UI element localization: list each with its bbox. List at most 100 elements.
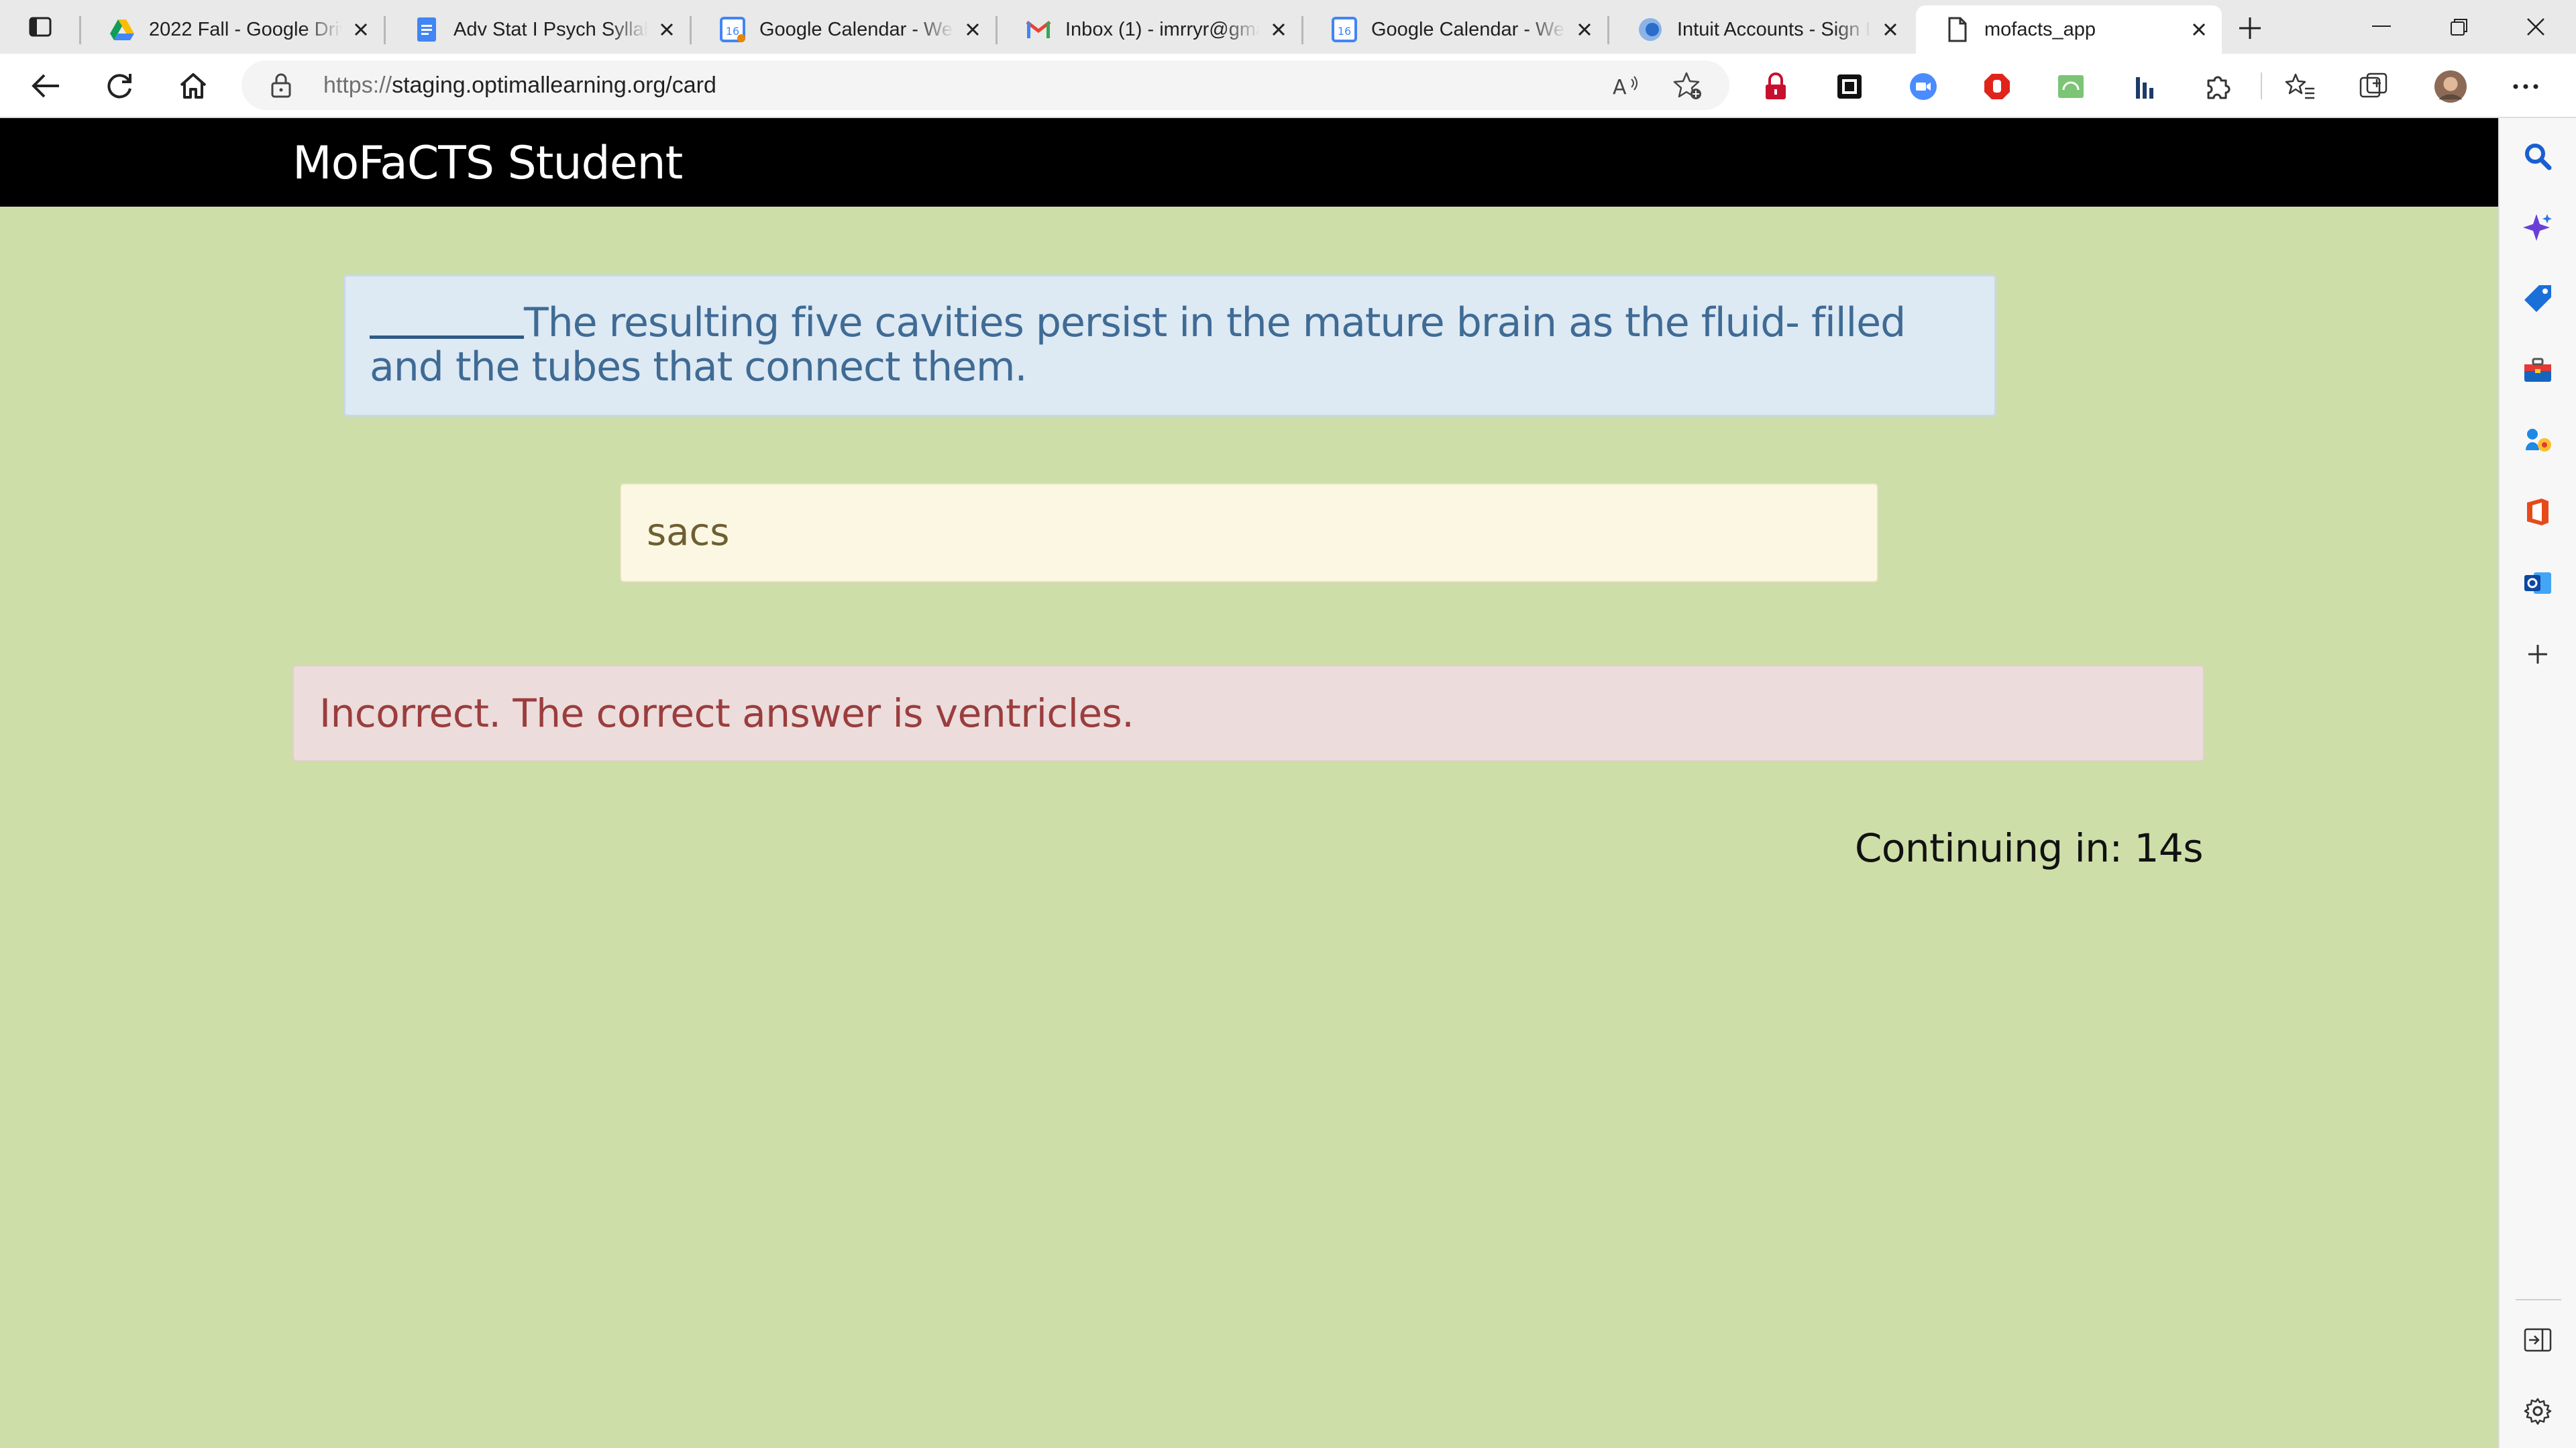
stop-hand-icon [1984, 74, 2010, 99]
answer-input[interactable]: sacs [620, 483, 1878, 582]
continue-timer: Continuing in: 14s [1854, 825, 2204, 871]
sidebar-search-button[interactable] [2520, 138, 2556, 174]
green-extension[interactable] [2054, 70, 2088, 103]
read-aloud-button[interactable]: A [1611, 71, 1641, 101]
gear-icon [2524, 1398, 2552, 1425]
favorites-list-icon [2285, 73, 2314, 99]
tab-actions-icon [29, 17, 52, 37]
sidebar-hide-button[interactable] [2520, 1322, 2556, 1358]
gmail-icon [1025, 16, 1052, 43]
add-favorite-button[interactable] [1673, 71, 1703, 101]
answer-blank [370, 304, 524, 339]
game-pieces-icon [2526, 429, 2551, 452]
search-icon [2525, 144, 2552, 170]
intuit-icon [1637, 16, 1664, 43]
tab-mofacts-app[interactable]: mofacts_app [1916, 5, 2222, 54]
restore-button[interactable] [2439, 9, 2479, 44]
google-drive-icon [109, 16, 136, 43]
arrow-left-icon [32, 74, 59, 98]
sparkle-icon [2523, 214, 2552, 241]
close-window-button[interactable] [2516, 9, 2556, 44]
plus-icon [2528, 645, 2547, 664]
minimize-icon [2372, 25, 2391, 27]
collections-icon [2359, 72, 2387, 98]
home-button[interactable] [173, 67, 213, 105]
close-tab-icon[interactable] [1572, 17, 1597, 42]
tab-actions-button[interactable] [23, 12, 58, 42]
new-tab-button[interactable] [2231, 11, 2269, 46]
close-tab-icon[interactable] [1267, 17, 1291, 42]
sidebar-tools-button[interactable] [2520, 352, 2556, 388]
app-navbar: MoFaCTS Student [0, 118, 2498, 207]
close-tab-icon[interactable] [655, 17, 679, 42]
tab-title: Google Calendar - Week [1371, 18, 1566, 40]
google-calendar-icon: 16 [719, 16, 746, 43]
sidebar-office-button[interactable] [2520, 494, 2556, 530]
sidebar-games-button[interactable] [2520, 423, 2556, 459]
tab-title: Intuit Accounts - Sign In [1677, 18, 1872, 40]
feedback-message: Incorrect. The correct answer is ventric… [292, 665, 2204, 762]
page-icon [1944, 16, 1971, 43]
avatar [2434, 70, 2467, 103]
tab-title: mofacts_app [1984, 18, 2096, 40]
sidebar-shopping-button[interactable] [2520, 280, 2556, 317]
close-tab-icon[interactable] [349, 17, 373, 42]
outlook-icon [2524, 572, 2551, 594]
question-card: The resulting five cavities persist in t… [343, 274, 1996, 417]
browser-sidebar [2498, 118, 2576, 1448]
tab-google-calendar-2[interactable]: 16 Google Calendar - Week [1301, 5, 1607, 54]
extension-square[interactable] [1833, 70, 1866, 103]
refresh-button[interactable] [99, 67, 140, 105]
lock-icon[interactable] [268, 72, 294, 98]
office-icon [2527, 499, 2548, 525]
close-tab-icon[interactable] [961, 17, 985, 42]
back-button[interactable] [25, 67, 66, 105]
plus-icon [2239, 17, 2261, 39]
bar-chart-icon [2136, 77, 2153, 99]
tab-gmail[interactable]: Inbox (1) - imrryr@gmail.com [996, 5, 1301, 54]
profile-avatar[interactable] [2434, 70, 2467, 103]
read-aloud-icon: A [1613, 76, 1638, 99]
star-add-icon [1673, 72, 1701, 99]
zoom-extension[interactable] [1907, 70, 1940, 103]
svg-text:A: A [1613, 76, 1627, 99]
browser-toolbar: https://staging.optimallearning.org/card… [0, 54, 2576, 118]
google-calendar-icon: 16 [1331, 16, 1358, 43]
tab-google-calendar-1[interactable]: 16 Google Calendar - Week [690, 5, 996, 54]
price-tag-icon [2524, 285, 2551, 312]
settings-more-button[interactable] [2509, 70, 2542, 103]
app-brand[interactable]: MoFaCTS Student [292, 137, 683, 190]
close-tab-icon[interactable] [2187, 17, 2211, 42]
sidebar-outlook-button[interactable] [2520, 565, 2556, 601]
tab-title: Google Calendar - Week [759, 18, 954, 40]
address-bar[interactable]: https://staging.optimallearning.org/card… [241, 60, 1729, 110]
sidebar-settings-button[interactable] [2520, 1393, 2556, 1429]
url-text[interactable]: https://staging.optimallearning.org/card [323, 72, 716, 99]
minimize-button[interactable] [2361, 9, 2402, 44]
svg-text:16: 16 [1338, 25, 1351, 38]
toolbox-icon [2524, 358, 2551, 382]
tab-title: Adv Stat I Psych Syllabus [453, 18, 648, 40]
extensions-button[interactable] [2202, 70, 2235, 103]
close-icon [2527, 18, 2544, 36]
home-icon [180, 73, 207, 99]
collections-button[interactable] [2357, 70, 2391, 103]
close-tab-icon[interactable] [1878, 17, 1902, 42]
tab-google-drive[interactable]: 2022 Fall - Google Drive [79, 5, 384, 54]
sidebar-discover-button[interactable] [2520, 209, 2556, 246]
sidebar-add-button[interactable] [2520, 636, 2556, 672]
question-text: The resulting five cavities persist in t… [370, 299, 1906, 391]
svg-text:16: 16 [726, 25, 739, 38]
adblock-extension[interactable] [1980, 70, 2014, 103]
puzzle-icon [2207, 76, 2231, 99]
more-horizontal-icon [2513, 84, 2538, 89]
favorites-button[interactable] [2284, 70, 2317, 103]
google-docs-icon [413, 16, 440, 43]
password-manager-extension[interactable] [1759, 70, 1792, 103]
tab-syllabus[interactable]: Adv Stat I Psych Syllabus [384, 5, 690, 54]
tab-strip: 2022 Fall - Google Drive Adv Stat I Psyc… [0, 0, 2576, 54]
green-extension-icon [2058, 75, 2084, 98]
bars-extension[interactable] [2128, 70, 2161, 103]
tab-intuit[interactable]: Intuit Accounts - Sign In [1607, 5, 1913, 54]
panel-collapse-icon [2524, 1328, 2552, 1352]
